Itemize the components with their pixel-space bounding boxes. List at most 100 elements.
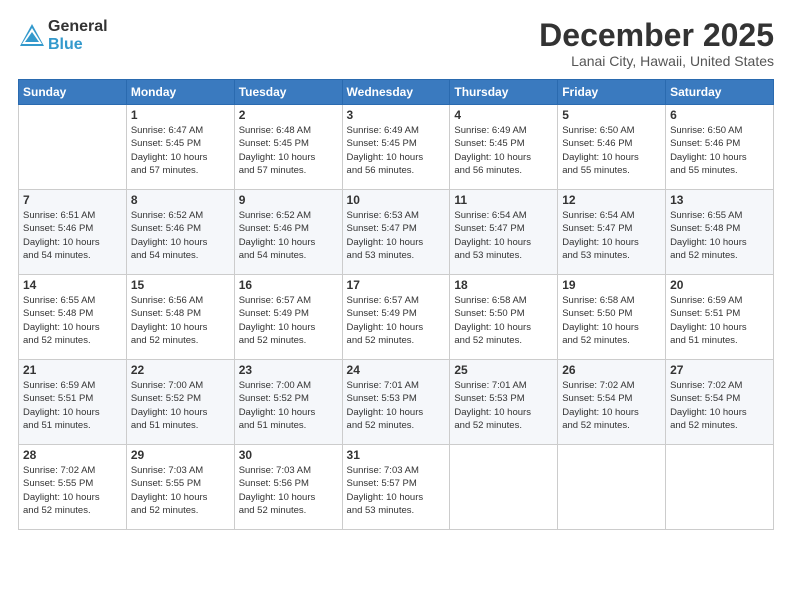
calendar-week-row: 14 Sunrise: 6:55 AM Sunset: 5:48 PM Dayli… [19, 275, 774, 360]
day-number: 26 [562, 363, 661, 377]
calendar-week-row: 7 Sunrise: 6:51 AM Sunset: 5:46 PM Daylig… [19, 190, 774, 275]
day-info: Sunrise: 7:03 AM Sunset: 5:57 PM Dayligh… [347, 464, 446, 517]
day-info: Sunrise: 7:03 AM Sunset: 5:55 PM Dayligh… [131, 464, 230, 517]
day-info: Sunrise: 7:02 AM Sunset: 5:55 PM Dayligh… [23, 464, 122, 517]
day-number: 19 [562, 278, 661, 292]
day-info: Sunrise: 6:54 AM Sunset: 5:47 PM Dayligh… [562, 209, 661, 262]
day-info: Sunrise: 6:51 AM Sunset: 5:46 PM Dayligh… [23, 209, 122, 262]
day-info: Sunrise: 6:49 AM Sunset: 5:45 PM Dayligh… [347, 124, 446, 177]
calendar-cell: 10 Sunrise: 6:53 AM Sunset: 5:47 PM Dayli… [342, 190, 450, 275]
calendar-cell: 24 Sunrise: 7:01 AM Sunset: 5:53 PM Dayli… [342, 360, 450, 445]
calendar-cell: 15 Sunrise: 6:56 AM Sunset: 5:48 PM Dayli… [126, 275, 234, 360]
day-info: Sunrise: 6:59 AM Sunset: 5:51 PM Dayligh… [23, 379, 122, 432]
calendar-cell: 22 Sunrise: 7:00 AM Sunset: 5:52 PM Dayli… [126, 360, 234, 445]
day-info: Sunrise: 6:55 AM Sunset: 5:48 PM Dayligh… [23, 294, 122, 347]
calendar-week-row: 21 Sunrise: 6:59 AM Sunset: 5:51 PM Dayli… [19, 360, 774, 445]
day-number: 7 [23, 193, 122, 207]
day-number: 6 [670, 108, 769, 122]
day-number: 9 [239, 193, 338, 207]
calendar-cell: 25 Sunrise: 7:01 AM Sunset: 5:53 PM Dayli… [450, 360, 558, 445]
day-number: 28 [23, 448, 122, 462]
day-number: 17 [347, 278, 446, 292]
calendar-cell: 9 Sunrise: 6:52 AM Sunset: 5:46 PM Daylig… [234, 190, 342, 275]
subtitle: Lanai City, Hawaii, United States [539, 53, 774, 69]
day-number: 4 [454, 108, 553, 122]
day-info: Sunrise: 6:58 AM Sunset: 5:50 PM Dayligh… [454, 294, 553, 347]
day-info: Sunrise: 6:50 AM Sunset: 5:46 PM Dayligh… [670, 124, 769, 177]
calendar-weekday-sunday: Sunday [19, 80, 127, 105]
day-info: Sunrise: 7:02 AM Sunset: 5:54 PM Dayligh… [562, 379, 661, 432]
day-number: 15 [131, 278, 230, 292]
day-number: 31 [347, 448, 446, 462]
logo-general-text: General [48, 18, 108, 36]
calendar-cell: 18Sunrise: 6:58 AM Sunset: 5:50 PM Dayli… [450, 275, 558, 360]
calendar-cell [450, 445, 558, 530]
calendar-cell: 20 Sunrise: 6:59 AM Sunset: 5:51 PM Dayli… [666, 275, 774, 360]
day-info: Sunrise: 6:52 AM Sunset: 5:46 PM Dayligh… [131, 209, 230, 262]
month-title: December 2025 [539, 18, 774, 53]
day-info: Sunrise: 6:53 AM Sunset: 5:47 PM Dayligh… [347, 209, 446, 262]
day-number: 30 [239, 448, 338, 462]
calendar-cell: 12 Sunrise: 6:54 AM Sunset: 5:47 PM Dayli… [558, 190, 666, 275]
calendar-table: SundayMondayTuesdayWednesdayThursdayFrid… [18, 79, 774, 530]
logo-icon [18, 22, 46, 50]
day-number: 24 [347, 363, 446, 377]
day-info: Sunrise: 6:54 AM Sunset: 5:47 PM Dayligh… [454, 209, 553, 262]
day-info: Sunrise: 7:01 AM Sunset: 5:53 PM Dayligh… [347, 379, 446, 432]
day-info: Sunrise: 7:01 AM Sunset: 5:53 PM Dayligh… [454, 379, 553, 432]
day-number: 29 [131, 448, 230, 462]
calendar-cell: 28 Sunrise: 7:02 AM Sunset: 5:55 PM Dayli… [19, 445, 127, 530]
day-info: Sunrise: 6:49 AM Sunset: 5:45 PM Dayligh… [454, 124, 553, 177]
calendar-weekday-monday: Monday [126, 80, 234, 105]
day-info: Sunrise: 6:56 AM Sunset: 5:48 PM Dayligh… [131, 294, 230, 347]
logo-text: General Blue [48, 18, 108, 53]
day-info: Sunrise: 7:00 AM Sunset: 5:52 PM Dayligh… [131, 379, 230, 432]
calendar-cell: 27Sunrise: 7:02 AM Sunset: 5:54 PM Dayli… [666, 360, 774, 445]
calendar-cell [558, 445, 666, 530]
day-number: 20 [670, 278, 769, 292]
calendar-cell: 21 Sunrise: 6:59 AM Sunset: 5:51 PM Dayli… [19, 360, 127, 445]
calendar-cell: 11Sunrise: 6:54 AM Sunset: 5:47 PM Dayli… [450, 190, 558, 275]
day-info: Sunrise: 6:57 AM Sunset: 5:49 PM Dayligh… [239, 294, 338, 347]
calendar-cell: 30 Sunrise: 7:03 AM Sunset: 5:56 PM Dayli… [234, 445, 342, 530]
calendar-weekday-thursday: Thursday [450, 80, 558, 105]
calendar-cell: 13Sunrise: 6:55 AM Sunset: 5:48 PM Dayli… [666, 190, 774, 275]
calendar-weekday-saturday: Saturday [666, 80, 774, 105]
day-number: 21 [23, 363, 122, 377]
day-number: 22 [131, 363, 230, 377]
calendar-week-row: 1Sunrise: 6:47 AM Sunset: 5:45 PM Daylig… [19, 105, 774, 190]
calendar-week-row: 28 Sunrise: 7:02 AM Sunset: 5:55 PM Dayli… [19, 445, 774, 530]
logo: General Blue [18, 18, 108, 53]
calendar-cell: 26 Sunrise: 7:02 AM Sunset: 5:54 PM Dayli… [558, 360, 666, 445]
day-number: 27 [670, 363, 769, 377]
day-info: Sunrise: 6:58 AM Sunset: 5:50 PM Dayligh… [562, 294, 661, 347]
calendar-cell: 23 Sunrise: 7:00 AM Sunset: 5:52 PM Dayli… [234, 360, 342, 445]
calendar-cell: 17 Sunrise: 6:57 AM Sunset: 5:49 PM Dayli… [342, 275, 450, 360]
day-number: 3 [347, 108, 446, 122]
day-number: 2 [239, 108, 338, 122]
calendar-cell: 4 Sunrise: 6:49 AM Sunset: 5:45 PM Daylig… [450, 105, 558, 190]
day-info: Sunrise: 6:52 AM Sunset: 5:46 PM Dayligh… [239, 209, 338, 262]
title-block: December 2025 Lanai City, Hawaii, United… [539, 18, 774, 69]
calendar-weekday-wednesday: Wednesday [342, 80, 450, 105]
calendar-cell: 2 Sunrise: 6:48 AM Sunset: 5:45 PM Daylig… [234, 105, 342, 190]
day-number: 23 [239, 363, 338, 377]
day-info: Sunrise: 6:57 AM Sunset: 5:49 PM Dayligh… [347, 294, 446, 347]
day-info: Sunrise: 7:03 AM Sunset: 5:56 PM Dayligh… [239, 464, 338, 517]
day-info: Sunrise: 6:48 AM Sunset: 5:45 PM Dayligh… [239, 124, 338, 177]
calendar-cell: 29 Sunrise: 7:03 AM Sunset: 5:55 PM Dayli… [126, 445, 234, 530]
day-number: 10 [347, 193, 446, 207]
logo-blue-text: Blue [48, 36, 108, 54]
day-info: Sunrise: 6:55 AM Sunset: 5:48 PM Dayligh… [670, 209, 769, 262]
calendar-header-row: SundayMondayTuesdayWednesdayThursdayFrid… [19, 80, 774, 105]
day-number: 12 [562, 193, 661, 207]
calendar-cell: 19 Sunrise: 6:58 AM Sunset: 5:50 PM Dayli… [558, 275, 666, 360]
calendar-weekday-friday: Friday [558, 80, 666, 105]
day-info: Sunrise: 7:00 AM Sunset: 5:52 PM Dayligh… [239, 379, 338, 432]
day-info: Sunrise: 6:59 AM Sunset: 5:51 PM Dayligh… [670, 294, 769, 347]
header: General Blue December 2025 Lanai City, H… [18, 18, 774, 69]
day-number: 25 [454, 363, 553, 377]
day-info: Sunrise: 6:50 AM Sunset: 5:46 PM Dayligh… [562, 124, 661, 177]
day-number: 14 [23, 278, 122, 292]
calendar-cell: 6 Sunrise: 6:50 AM Sunset: 5:46 PM Daylig… [666, 105, 774, 190]
